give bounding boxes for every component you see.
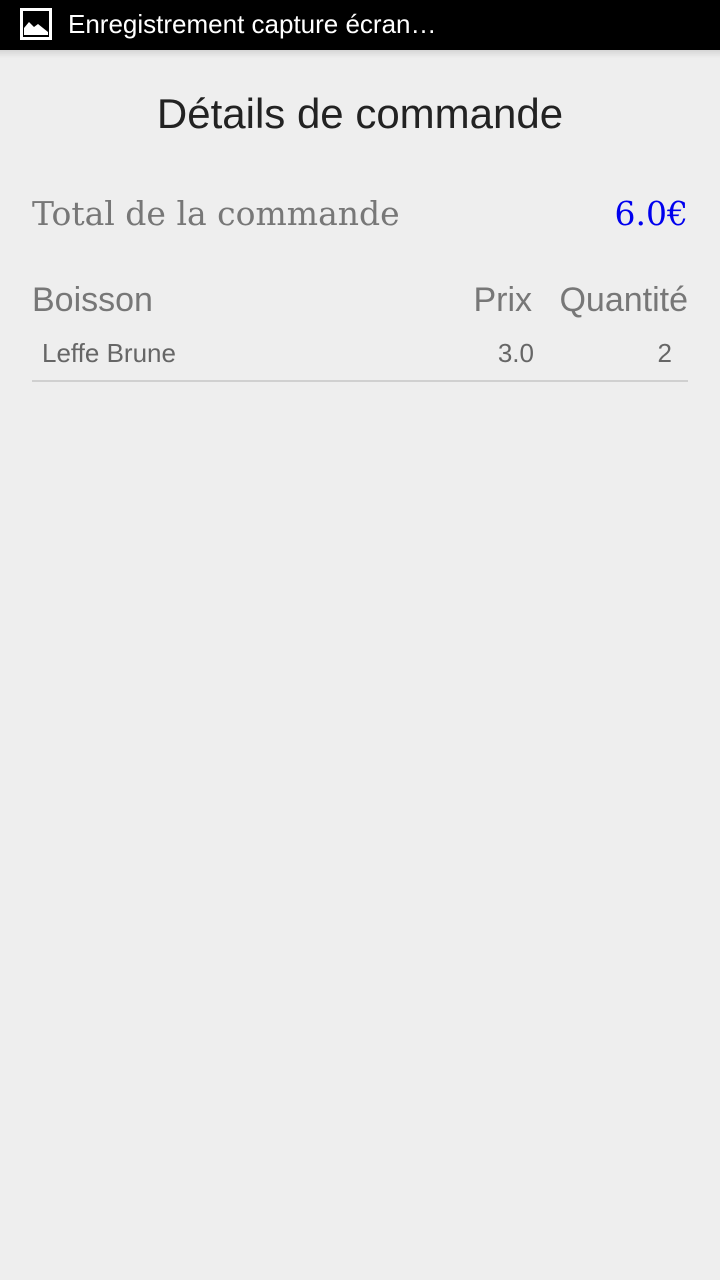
drink-quantity: 2 [657,338,672,368]
notification-text: Enregistrement capture écran… [68,9,437,39]
column-header-prix: Prix [473,281,532,319]
image-icon [20,8,52,40]
drink-price: 3.0 [497,338,534,368]
column-header-quantite: Quantité [559,281,688,319]
status-bar-shadow [0,50,720,58]
table-row[interactable]: Leffe Brune 3.0 2 [32,334,688,382]
column-header-boisson: Boisson [32,281,153,319]
order-total-label: Total de la commande [32,194,400,233]
drink-name: Leffe Brune [42,338,176,368]
order-total-value: 6.0€ [614,194,688,233]
page-title: Détails de commande [156,90,564,137]
status-bar: Enregistrement capture écran… [0,0,720,50]
